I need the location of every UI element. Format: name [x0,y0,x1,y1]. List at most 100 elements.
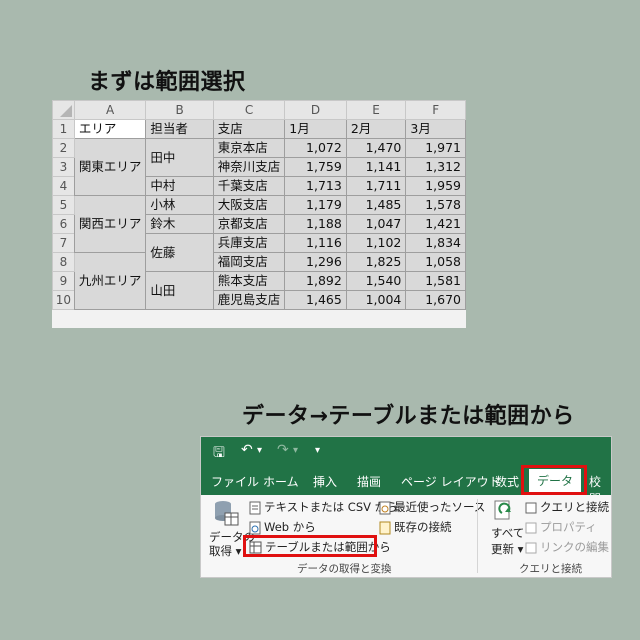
queries-connections-button[interactable]: クエリと接続 [525,499,609,515]
tab-draw[interactable]: 描画 [357,473,381,490]
cell[interactable]: 1,578 [405,195,466,215]
refresh-dropdown[interactable]: 更新 ▾ [491,541,523,557]
cell[interactable]: 1,581 [405,271,466,291]
cell-branch[interactable]: 大阪支店 [212,195,286,215]
cell-person[interactable]: 田中 [145,138,214,177]
tab-file[interactable]: ファイル [211,473,259,490]
sheet-grid: A B C D E F 1 エリア 担当者 支店 1月 2月 3月 2 関東エリ… [52,100,466,310]
cell[interactable]: 担当者 [145,119,214,139]
edit-links-label: リンクの編集 [540,540,609,554]
row-header[interactable]: 6 [52,214,75,234]
tab-page-layout[interactable]: ページ レイアウト [401,473,501,490]
cell[interactable]: 1,072 [284,138,347,158]
cell[interactable]: 1,971 [405,138,466,158]
column-header[interactable]: F [405,100,466,120]
row-header[interactable]: 8 [52,252,75,272]
save-icon[interactable]: 🖫 [213,442,225,466]
quick-access-toolbar: 🖫 ↶ ▾ ↷ ▾ ▾ [201,437,611,465]
cell[interactable]: 1,116 [284,233,347,253]
properties-icon [525,522,537,533]
cell-area[interactable]: 関西エリア [73,195,147,253]
cell[interactable]: 1,465 [284,290,347,310]
group-label-queries: クエリと接続 [519,563,582,575]
cell[interactable]: 1,670 [405,290,466,310]
redo-icon[interactable]: ↷ [277,442,289,458]
edit-links-button[interactable]: リンクの編集 [525,539,609,555]
cell[interactable]: 1,540 [345,271,407,291]
cell[interactable]: 2月 [345,119,407,139]
ribbon-tabs: ファイル ホーム 挿入 描画 ページ レイアウト 数式 データ 校閲 [201,465,611,506]
cell[interactable]: 1,959 [405,176,466,196]
column-header[interactable]: E [345,100,407,120]
tab-formulas[interactable]: 数式 [495,473,519,490]
cell-branch[interactable]: 熊本支店 [212,271,286,291]
customize-qat-icon[interactable]: ▾ [315,445,320,456]
cell[interactable]: 1,834 [405,233,466,253]
group-label-get-transform: データの取得と変換 [297,563,392,575]
cell[interactable]: 1,421 [405,214,466,234]
cell-area[interactable]: 関東エリア [73,138,147,196]
cell[interactable]: 1,188 [284,214,347,234]
cell-branch[interactable]: 神奈川支店 [212,157,286,177]
row-header[interactable]: 7 [52,233,75,253]
column-header[interactable]: A [73,100,147,120]
cell-branch[interactable]: 京都支店 [212,214,286,234]
cell[interactable]: 1,485 [345,195,407,215]
cell[interactable]: 1,179 [284,195,347,215]
cell[interactable]: 1,296 [284,252,347,272]
cell[interactable]: 1,004 [345,290,407,310]
cell-branch[interactable]: 鹿児島支店 [212,290,286,310]
cell-branch[interactable]: 福岡支店 [212,252,286,272]
row-header[interactable]: 5 [52,195,75,215]
cell[interactable]: 1,141 [345,157,407,177]
column-header[interactable]: B [145,100,214,120]
undo-dropdown-icon[interactable]: ▾ [257,445,262,456]
row-header[interactable]: 3 [52,157,75,177]
cell[interactable]: 1,892 [284,271,347,291]
cell[interactable]: 1,711 [345,176,407,196]
from-text-csv-button[interactable]: テキストまたは CSV から [249,499,398,515]
get-data-icon [213,499,239,530]
cell-person[interactable]: 小林 [145,195,214,215]
cell-person[interactable]: 鈴木 [145,214,214,234]
cell-branch[interactable]: 東京本店 [212,138,286,158]
cell[interactable]: 1,047 [345,214,407,234]
undo-icon[interactable]: ↶ [241,442,253,458]
redo-dropdown-icon[interactable]: ▾ [293,445,298,456]
cell[interactable]: 1,825 [345,252,407,272]
column-header[interactable]: D [284,100,347,120]
cell[interactable]: 3月 [405,119,466,139]
cell-person[interactable]: 中村 [145,176,214,196]
existing-connections-label: 既存の接続 [394,520,452,534]
row-header[interactable]: 9 [52,271,75,291]
cell[interactable]: 1,713 [284,176,347,196]
cell[interactable]: 1,759 [284,157,347,177]
cell[interactable]: 1,470 [345,138,407,158]
cell[interactable]: 支店 [212,119,286,139]
row-header[interactable]: 4 [52,176,75,196]
cell-person[interactable]: 佐藤 [145,233,214,272]
existing-connections-button[interactable]: 既存の接続 [379,519,452,535]
tab-home[interactable]: ホーム [263,473,299,490]
recent-sources-label: 最近使ったソース [394,500,486,514]
properties-button[interactable]: プロパティ [525,519,597,535]
cell[interactable]: 1,102 [345,233,407,253]
cell-person[interactable]: 山田 [145,271,214,310]
cell[interactable]: 1,312 [405,157,466,177]
column-header[interactable]: C [212,100,286,120]
refresh-all-button[interactable]: すべて [491,525,524,541]
from-web-button[interactable]: Web から [249,519,316,535]
tab-insert[interactable]: 挿入 [313,473,337,490]
cell-area[interactable]: 九州エリア [73,252,147,310]
row-header[interactable]: 2 [52,138,75,158]
get-data-dropdown[interactable]: 取得 ▾ [209,543,241,559]
cell-branch[interactable]: 千葉支店 [212,176,286,196]
cell-branch[interactable]: 兵庫支店 [212,233,286,253]
row-header[interactable]: 10 [52,290,75,310]
select-all-corner[interactable] [52,100,75,120]
cell[interactable]: 1,058 [405,252,466,272]
cell[interactable]: 1月 [284,119,347,139]
cell[interactable]: エリア [73,119,147,139]
recent-sources-button[interactable]: 最近使ったソース [379,499,485,515]
row-header[interactable]: 1 [52,119,75,139]
